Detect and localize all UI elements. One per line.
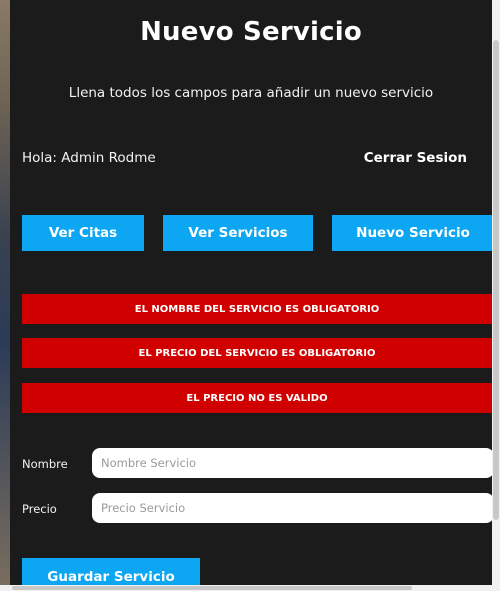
page-subtitle: Llena todos los campos para añadir un nu… (68, 85, 434, 101)
vertical-scrollbar[interactable] (492, 0, 500, 591)
name-field-label: Nombre (22, 457, 68, 471)
nav-ver-servicios-button[interactable]: Ver Servicios (163, 215, 313, 251)
logout-link[interactable]: Cerrar Sesion (364, 150, 467, 166)
nav-nuevo-servicio-button[interactable]: Nuevo Servicio (332, 215, 494, 251)
alert-name-required: EL NOMBRE DEL SERVICIO ES OBLIGATORIO (22, 294, 492, 324)
price-input[interactable] (92, 493, 494, 523)
horizontal-scrollbar-thumb[interactable] (12, 586, 412, 590)
price-field-label: Precio (22, 502, 57, 516)
alert-price-invalid: EL PRECIO NO ES VALIDO (22, 383, 492, 413)
vertical-scrollbar-thumb[interactable] (493, 40, 499, 520)
page-title: Nuevo Servicio (140, 17, 362, 47)
nav-ver-citas-button[interactable]: Ver Citas (22, 215, 144, 251)
name-input[interactable] (92, 448, 494, 478)
app-panel: Nuevo Servicio Llena todos los campos pa… (10, 0, 494, 591)
background-photo-edge (0, 0, 10, 591)
user-greeting: Hola: Admin Rodme (22, 150, 156, 166)
horizontal-scrollbar[interactable] (0, 585, 492, 591)
alert-price-required: EL PRECIO DEL SERVICIO ES OBLIGATORIO (22, 338, 492, 368)
